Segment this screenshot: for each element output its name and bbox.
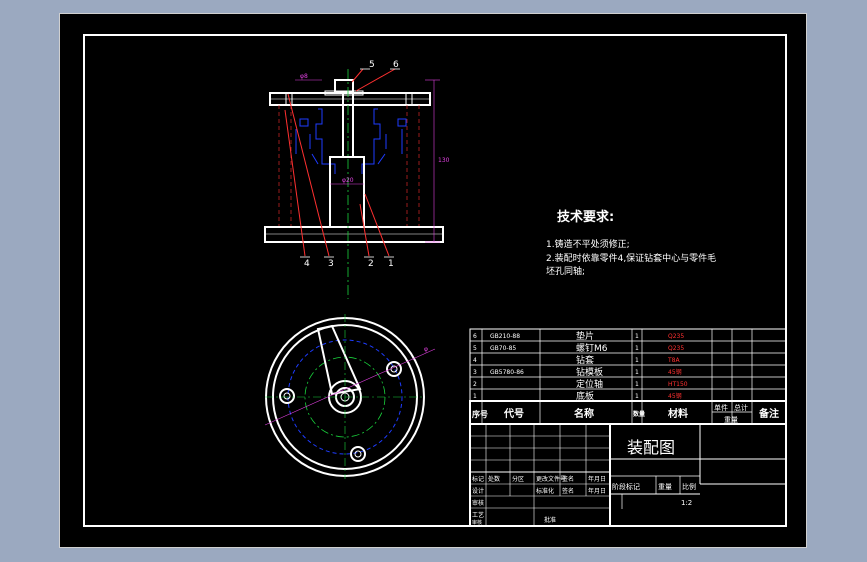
- hdr-name: 名称: [574, 407, 594, 420]
- balloon-3: 3: [328, 259, 334, 269]
- tech-req-line1: 1.铸造不平处须修正;: [546, 238, 630, 250]
- bom-qty: 1: [635, 333, 639, 340]
- rev-cell: 签名: [562, 475, 574, 483]
- scale-value: 1:2: [681, 499, 692, 507]
- bom-no: 1: [473, 393, 477, 400]
- bom-name: 钻模板: [576, 366, 603, 378]
- rev-cell: 年月日: [588, 475, 606, 483]
- bom-qty: 1: [635, 369, 639, 376]
- check-label: 审核: [472, 499, 484, 507]
- drawing-frame: [83, 34, 787, 527]
- svg-text:φ8: φ8: [300, 73, 308, 80]
- svg-text:φ: φ: [424, 346, 428, 353]
- rev-cell: 处数: [488, 475, 500, 483]
- tech-req-line2: 2.装配时依靠零件4,保证钻套中心与零件毛: [546, 252, 716, 264]
- balloon-5: 5: [369, 60, 375, 70]
- weight-label: 重量: [658, 483, 672, 491]
- hdr-weight: 重量: [724, 416, 738, 424]
- approve-label: 批准: [544, 516, 556, 524]
- svg-text:φ20: φ20: [342, 177, 354, 184]
- svg-text:130: 130: [438, 157, 450, 164]
- design-cell: 签名: [562, 487, 574, 495]
- bom-mat: T8A: [667, 357, 680, 364]
- hdr-unit: 单件: [714, 403, 728, 412]
- design-cell: 设计: [472, 487, 484, 495]
- bom-mat: 45钢: [668, 392, 682, 400]
- balloon-1: 1: [388, 259, 394, 269]
- rev-cell: 标记: [472, 475, 484, 483]
- cad-drawing-area[interactable]: 130 φ8 φ20 5 6 4 3 2 1 φ 技术要求: 1.铸造不平处须修…: [59, 13, 807, 548]
- design-cell: 标准化: [536, 487, 554, 495]
- process-label: 工艺: [472, 511, 484, 519]
- bom-no: 4: [473, 357, 477, 364]
- rev-cell: 分区: [512, 475, 524, 483]
- drawing-svg: 130 φ8 φ20 5 6 4 3 2 1 φ 技术要求: 1.铸造不平处须修…: [83, 34, 787, 527]
- hdr-code: 代号: [503, 407, 524, 420]
- bom-no: 5: [473, 345, 477, 352]
- hdr-qty: 数量: [633, 410, 645, 418]
- bom-code: GB5780-86: [490, 369, 524, 376]
- bom-name: 钻套: [576, 354, 594, 366]
- bom-qty: 1: [635, 345, 639, 352]
- balloon-4: 4: [304, 259, 310, 269]
- bom-name: 定位轴: [576, 378, 603, 390]
- bom-mat: Q235: [668, 345, 684, 352]
- bom-qty: 1: [635, 393, 639, 400]
- bom-qty: 1: [635, 381, 639, 388]
- stage-label: 阶段标记: [612, 482, 640, 491]
- hdr-remark: 备注: [758, 407, 779, 420]
- bom-header: 序号 代号 名称 数量 材料 单件 总计 重量 备注: [472, 403, 779, 424]
- bom-qty: 1: [635, 357, 639, 364]
- balloon-6: 6: [393, 60, 399, 70]
- tech-req-title: 技术要求:: [557, 209, 614, 225]
- tech-req-line3: 坯孔同轴;: [546, 265, 585, 277]
- bom-name: 底板: [576, 390, 594, 402]
- scale-label: 比例: [682, 482, 696, 491]
- hdr-total: 总计: [734, 403, 748, 412]
- bom-name: 垫片: [576, 330, 594, 342]
- bom-no: 6: [473, 333, 477, 340]
- hdr-mat: 材料: [668, 407, 688, 420]
- bom-mat: HT150: [668, 381, 688, 388]
- bom-mat: Q235: [668, 333, 684, 340]
- bom-code: GB210-88: [490, 333, 520, 340]
- drawing-title: 装配图: [627, 438, 675, 457]
- front-view: 130 φ8 φ20: [264, 68, 450, 299]
- bom-no: 2: [473, 381, 477, 388]
- balloon-2: 2: [368, 259, 374, 269]
- bom-mat: 45钢: [668, 368, 682, 376]
- top-view: φ: [264, 314, 436, 479]
- hdr-no: 序号: [472, 409, 488, 419]
- bom-no: 3: [473, 369, 477, 376]
- review-label: 审核: [472, 519, 482, 526]
- bom-name: 螺钉M6: [576, 343, 608, 354]
- design-cell: 年月日: [588, 487, 606, 495]
- bom-code: GB70-85: [490, 345, 516, 352]
